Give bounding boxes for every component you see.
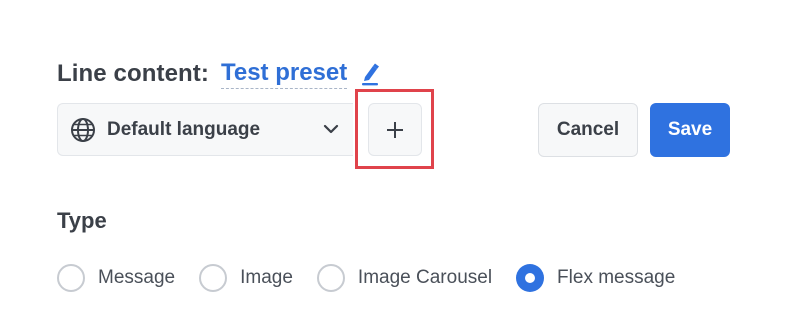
type-radio-group: Message Image Image Carousel Flex messag… (57, 262, 675, 294)
header: Line content: Test preset (57, 58, 381, 90)
radio-option-message[interactable]: Message (57, 264, 175, 292)
radio-label: Message (98, 267, 176, 288)
save-button[interactable]: Save (650, 103, 730, 157)
radio-option-image-carousel[interactable]: Image Carousel (316, 264, 493, 292)
radio-button[interactable] (316, 264, 345, 292)
radio-label: Image Carousel (357, 267, 493, 288)
language-select-value: Default language (107, 118, 261, 140)
cancel-button[interactable]: Cancel (538, 103, 638, 157)
radio-label: Flex message (557, 267, 676, 288)
line-content-label: Line content: (57, 60, 209, 87)
language-select[interactable]: Default language (57, 103, 353, 156)
add-language-button[interactable] (368, 103, 422, 156)
radio-button[interactable] (199, 264, 228, 292)
radio-option-image[interactable]: Image (199, 264, 293, 292)
globe-icon (71, 117, 95, 142)
type-heading: Type (57, 208, 107, 233)
preset-name[interactable]: Test preset (220, 59, 348, 89)
radio-label: Image (240, 267, 293, 288)
radio-button[interactable] (57, 264, 85, 292)
pencil-icon[interactable] (359, 62, 381, 86)
plus-icon (387, 121, 403, 138)
radio-option-flex-message[interactable]: Flex message (516, 264, 675, 292)
line-content-editor: Line content: Test preset Default langua… (0, 0, 790, 332)
chevron-down-icon (323, 124, 339, 134)
radio-button-selected[interactable] (516, 264, 545, 292)
